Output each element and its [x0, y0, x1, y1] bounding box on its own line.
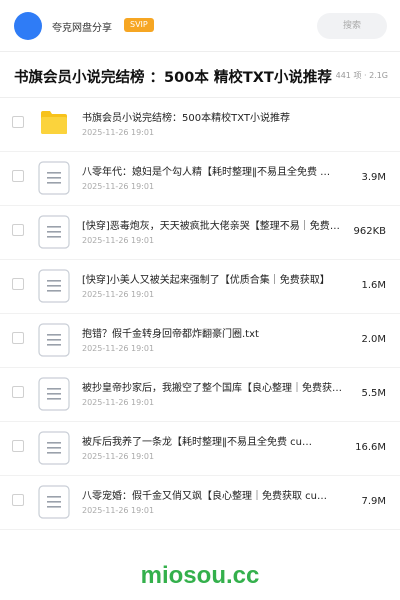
file-size: 5.5M — [361, 388, 386, 399]
file-date: 2025-11-26 19:01 — [82, 128, 155, 137]
file-date: 2025-11-26 19:01 — [82, 236, 155, 245]
file-name: 抱错？假千金转身回帝都炸翻豪门圈.txt — [82, 329, 259, 340]
file-date: 2025-11-26 19:01 — [82, 290, 155, 299]
checkbox[interactable] — [12, 494, 24, 506]
folder-meta: 441 项 · 2.1G — [335, 71, 388, 80]
document-icon — [38, 323, 70, 357]
list-item[interactable]: 书旗会员小说完结榜：500本精校TXT小说推荐 2025-11-26 19:01 — [0, 98, 400, 152]
file-name: [快穿]小美人又被关起来强制了【优质合集｜免费获取】 — [82, 275, 330, 286]
file-size: 16.6M — [355, 442, 386, 453]
checkbox[interactable] — [12, 224, 24, 236]
document-icon — [38, 485, 70, 519]
file-size: 7.9M — [361, 496, 386, 507]
file-name: 八零年代：媳妇是个勾人精【耗时整理‖不易且全免费 … — [82, 167, 331, 178]
file-name: 被斥后我养了一条龙【耗时整理‖不易且全免费 cu… — [82, 437, 313, 448]
list-item[interactable]: 被抄皇帝抄家后，我搬空了整个国库【良心整理｜免费获取】 2025-11-26 1… — [0, 368, 400, 422]
header: 夸克网盘分享 SVIP 搜索 — [0, 0, 400, 52]
checkbox[interactable] — [12, 278, 24, 290]
file-name: 被抄皇帝抄家后，我搬空了整个国库【良心整理｜免费获取】 — [82, 383, 344, 394]
avatar[interactable] — [14, 12, 42, 40]
folder-icon — [38, 107, 70, 141]
file-date: 2025-11-26 19:01 — [82, 506, 155, 515]
file-size: 1.6M — [361, 280, 386, 291]
document-icon — [38, 431, 70, 465]
document-icon — [38, 161, 70, 195]
file-size: 3.9M — [361, 172, 386, 183]
checkbox[interactable] — [12, 116, 24, 128]
list-item[interactable]: [快穿]小美人又被关起来强制了【优质合集｜免费获取】 2025-11-26 19… — [0, 260, 400, 314]
file-size: 2.0M — [361, 334, 386, 345]
document-icon — [38, 269, 70, 303]
list-item[interactable]: [快穿]恶毒炮灰，天天被疯批大佬亲哭【整理不易｜免费获取】 2025-11-26… — [0, 206, 400, 260]
file-date: 2025-11-26 19:01 — [82, 452, 155, 461]
list-item[interactable]: 八零宠婚：假千金又俏又飒【良心整理｜免费获取 cu… 2025-11-26 19… — [0, 476, 400, 530]
file-size: 962KB — [353, 226, 386, 237]
folder-title-row: 书旗会员小说完结榜 ：500本 精校TXT小说推荐 441 项 · 2.1G — [0, 52, 400, 98]
file-date: 2025-11-26 19:01 — [82, 182, 155, 191]
document-icon — [38, 377, 70, 411]
document-icon — [38, 215, 70, 249]
file-name: [快穿]恶毒炮灰，天天被疯批大佬亲哭【整理不易｜免费获取】 — [82, 221, 344, 232]
search-input[interactable]: 搜索 — [317, 13, 387, 39]
list-item[interactable]: 被斥后我养了一条龙【耗时整理‖不易且全免费 cu… 2025-11-26 19:… — [0, 422, 400, 476]
file-name: 书旗会员小说完结榜：500本精校TXT小说推荐 — [82, 113, 290, 124]
list-item[interactable]: 抱错？假千金转身回帝都炸翻豪门圈.txt 2025-11-26 19:01 2.… — [0, 314, 400, 368]
username: 夸克网盘分享 — [52, 23, 112, 34]
checkbox[interactable] — [12, 440, 24, 452]
watermark: miosou.cc — [140, 562, 260, 589]
checkbox[interactable] — [12, 386, 24, 398]
svip-badge: SVIP — [124, 18, 154, 32]
list-item[interactable]: 八零年代：媳妇是个勾人精【耗时整理‖不易且全免费 … 2025-11-26 19… — [0, 152, 400, 206]
checkbox[interactable] — [12, 332, 24, 344]
file-name: 八零宠婚：假千金又俏又飒【良心整理｜免费获取 cu… — [82, 491, 328, 502]
page-title: 书旗会员小说完结榜 ：500本 精校TXT小说推荐 — [14, 70, 332, 86]
share-page: 夸克网盘分享 SVIP 搜索 书旗会员小说完结榜 ：500本 精校TXT小说推荐… — [0, 0, 400, 600]
checkbox[interactable] — [12, 170, 24, 182]
file-list: 书旗会员小说完结榜：500本精校TXT小说推荐 2025-11-26 19:01… — [0, 98, 400, 530]
file-date: 2025-11-26 19:01 — [82, 398, 155, 407]
file-date: 2025-11-26 19:01 — [82, 344, 155, 353]
